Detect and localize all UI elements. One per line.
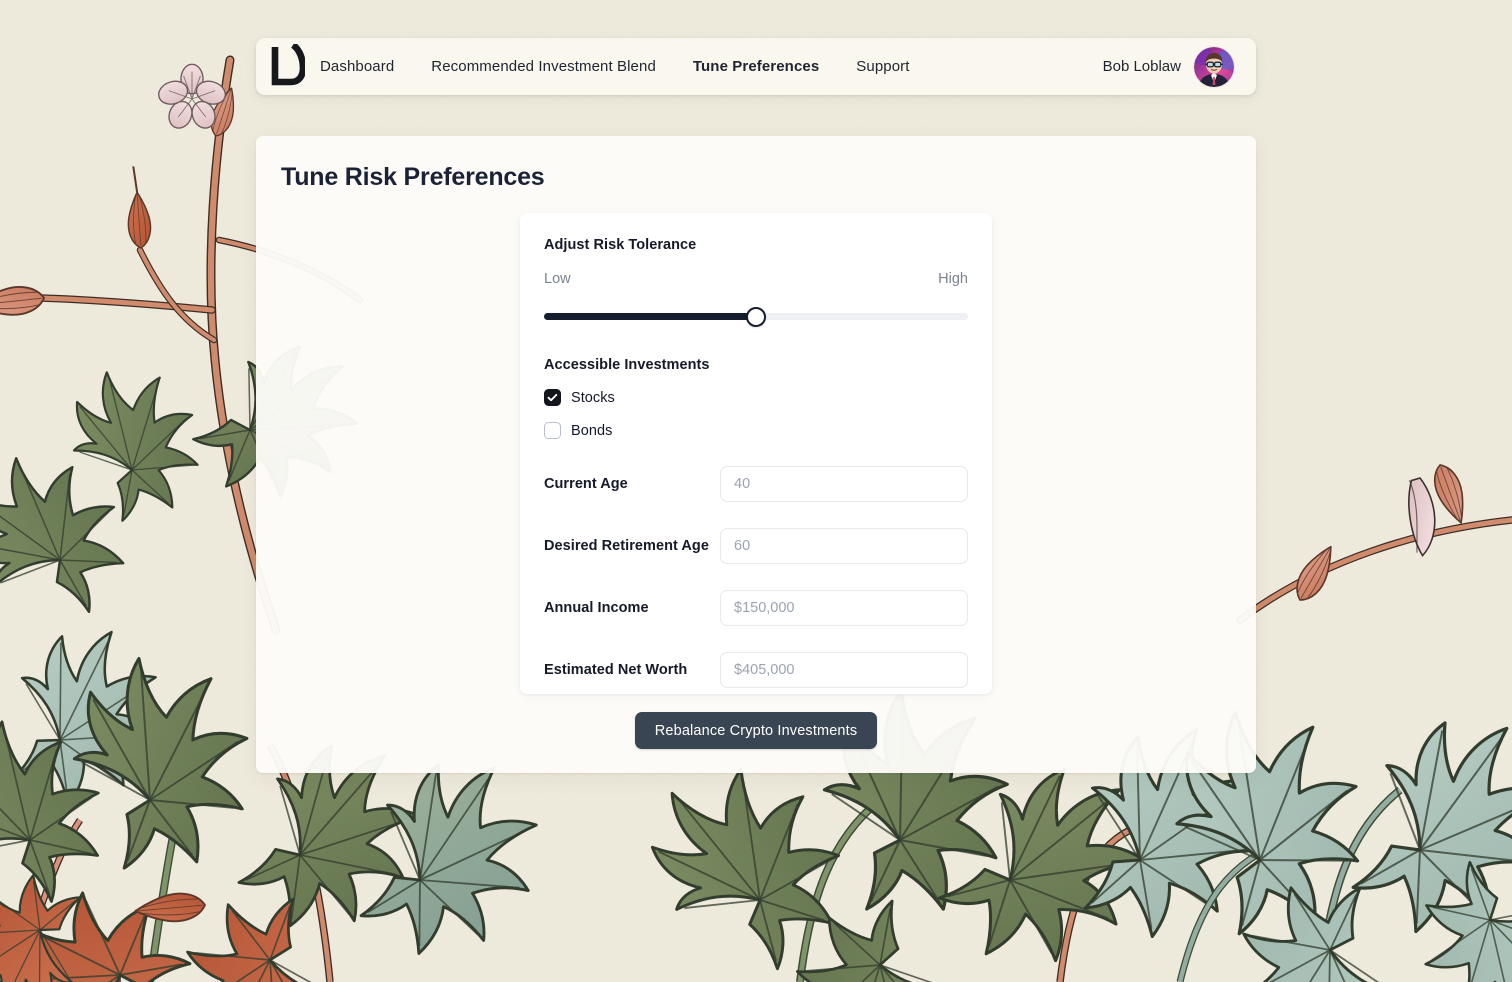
nav-links: Dashboard Recommended Investment Blend T… [320, 52, 1103, 81]
accessible-investments-group: Accessible Investments Stocks Bonds [544, 357, 968, 439]
checkbox-stocks[interactable] [544, 389, 561, 406]
rebalance-crypto-investments-button[interactable]: Rebalance Crypto Investments [634, 712, 878, 749]
checkbox-bonds[interactable] [544, 422, 561, 439]
checkbox-row-bonds[interactable]: Bonds [544, 422, 968, 439]
field-row-annual-income: Annual Income [544, 590, 968, 626]
risk-tolerance-group: Adjust Risk Tolerance Low High [544, 237, 968, 327]
user-menu[interactable]: Bob Loblaw [1102, 46, 1242, 87]
field-row-current-age: Current Age [544, 466, 968, 502]
checkmark-icon [547, 393, 558, 402]
page-title: Tune Risk Preferences [281, 163, 545, 191]
risk-slider-endpoints: Low High [544, 271, 968, 287]
preferences-form-panel: Adjust Risk Tolerance Low High Accessibl… [520, 213, 992, 694]
main-content-card: Tune Risk Preferences Adjust Risk Tolera… [256, 136, 1256, 773]
profile-fields-group: Current Age Desired Retirement Age Annua… [544, 466, 968, 688]
nav-link-dashboard[interactable]: Dashboard [320, 52, 394, 81]
checkbox-label-bonds: Bonds [571, 422, 613, 439]
field-label-estimated-net-worth: Estimated Net Worth [544, 662, 688, 678]
annual-income-input[interactable] [720, 590, 968, 626]
nav-link-tune-preferences[interactable]: Tune Preferences [693, 52, 819, 81]
app-root: Dashboard Recommended Investment Blend T… [0, 0, 1512, 982]
user-avatar-image [1194, 46, 1234, 87]
checkbox-row-stocks[interactable]: Stocks [544, 389, 968, 406]
brand-logo-u-icon [271, 43, 305, 85]
risk-slider-low-label: Low [544, 271, 571, 287]
nav-link-support[interactable]: Support [856, 52, 909, 81]
user-avatar[interactable] [1194, 46, 1234, 87]
estimated-net-worth-input[interactable] [720, 652, 968, 688]
field-row-desired-retirement-age: Desired Retirement Age [544, 528, 968, 564]
accessible-investments-label: Accessible Investments [544, 357, 710, 373]
nav-link-recommended-investment-blend[interactable]: Recommended Investment Blend [431, 52, 656, 81]
risk-tolerance-label: Adjust Risk Tolerance [544, 237, 697, 253]
brand-logo[interactable] [256, 43, 320, 90]
desired-retirement-age-input[interactable] [720, 528, 968, 564]
field-label-desired-retirement-age: Desired Retirement Age [544, 538, 709, 554]
checkbox-label-stocks: Stocks [571, 389, 615, 406]
top-navigation-bar: Dashboard Recommended Investment Blend T… [256, 38, 1256, 95]
current-age-input[interactable] [720, 466, 968, 502]
risk-slider-high-label: High [938, 271, 968, 287]
user-name-label: Bob Loblaw [1102, 58, 1181, 75]
risk-slider-filled-track [544, 313, 756, 320]
field-row-estimated-net-worth: Estimated Net Worth [544, 652, 968, 688]
field-label-current-age: Current Age [544, 476, 628, 492]
field-label-annual-income: Annual Income [544, 600, 649, 616]
submit-button-row: Rebalance Crypto Investments [256, 712, 1256, 749]
risk-tolerance-slider[interactable] [544, 307, 968, 327]
risk-slider-thumb[interactable] [746, 307, 766, 327]
